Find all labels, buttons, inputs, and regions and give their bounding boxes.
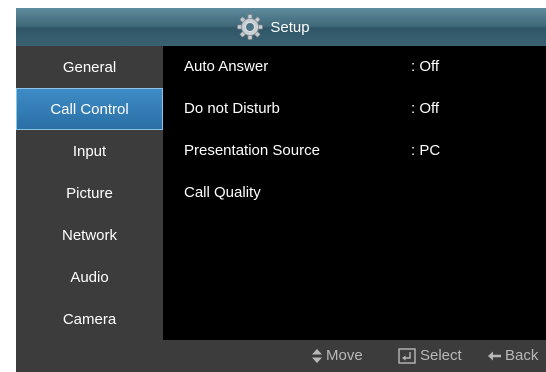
setting-label: Presentation Source: [184, 142, 320, 159]
setting-row-do-not-disturb[interactable]: Do not Disturb : Off: [163, 88, 546, 130]
page-title: Setup: [270, 18, 310, 36]
setting-value: : PC: [411, 142, 441, 159]
left-arrow-icon: [488, 351, 501, 360]
sidebar-item-input[interactable]: Input: [16, 130, 163, 172]
sidebar-item-label: Network: [61, 226, 117, 244]
sidebar-item-general[interactable]: General: [16, 46, 163, 88]
title-bar: Setup: [16, 8, 546, 46]
setup-window: Setup General Call Control Input Picture…: [16, 8, 546, 372]
move-hint: Move: [312, 347, 363, 364]
up-down-arrows-icon: [312, 348, 322, 363]
sidebar-item-label: Input: [72, 142, 107, 160]
enter-icon: [398, 347, 416, 364]
sidebar: General Call Control Input Picture Netwo…: [16, 46, 163, 340]
setting-row-auto-answer[interactable]: Auto Answer : Off: [163, 46, 546, 88]
setting-value: : Off: [411, 58, 440, 75]
settings-panel: Auto Answer : Off Do not Disturb : Off P…: [163, 46, 546, 340]
footer-hint-bar: Move Select Back: [16, 340, 546, 372]
sidebar-item-picture[interactable]: Picture: [16, 172, 163, 214]
sidebar-item-network[interactable]: Network: [16, 214, 163, 256]
gear-icon: [237, 14, 264, 40]
setting-label: Call Quality: [184, 184, 261, 201]
sidebar-item-label: Audio: [70, 268, 109, 286]
setting-value: : Off: [411, 100, 440, 117]
sidebar-item-audio[interactable]: Audio: [16, 256, 163, 298]
setting-row-presentation-source[interactable]: Presentation Source : PC: [163, 130, 546, 172]
sidebar-item-label: General: [62, 58, 117, 76]
move-hint-label: Move: [326, 347, 363, 364]
select-hint: Select: [398, 347, 462, 364]
title-group: Setup: [236, 13, 310, 41]
setting-label: Auto Answer: [184, 58, 269, 75]
sidebar-item-camera[interactable]: Camera: [16, 298, 163, 340]
sidebar-item-label: Call Control: [50, 100, 129, 118]
sidebar-item-call-control[interactable]: Call Control: [16, 88, 163, 130]
setting-label: Do not Disturb: [184, 100, 280, 117]
setting-row-call-quality[interactable]: Call Quality: [163, 172, 546, 214]
sidebar-item-label: Camera: [62, 310, 117, 328]
select-hint-label: Select: [420, 347, 462, 364]
back-hint-label: Back: [505, 347, 539, 364]
sidebar-item-label: Picture: [66, 184, 113, 202]
back-hint: Back: [488, 347, 538, 364]
